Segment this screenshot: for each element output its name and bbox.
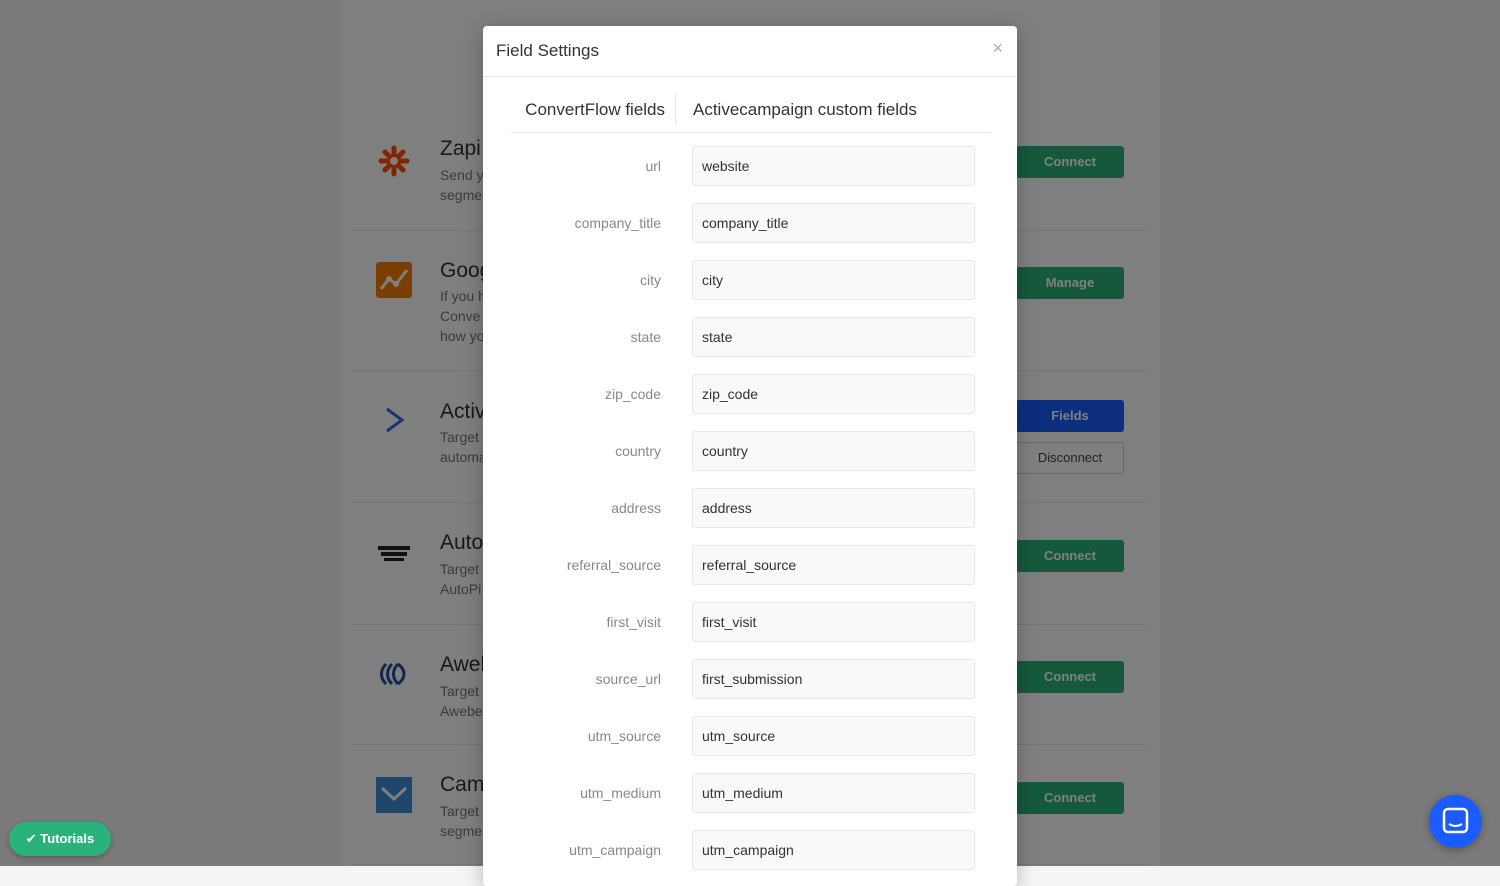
convertflow-field-label: zip_code <box>604 386 661 402</box>
activecampaign-field-input[interactable] <box>692 431 975 471</box>
field-mapping-row: utm_medium <box>483 773 1017 815</box>
activecampaign-fields-header: Activecampaign custom fields <box>693 100 917 119</box>
column-headers: ConvertFlow fields Activecampaign custom… <box>511 94 991 133</box>
close-icon[interactable]: × <box>992 38 1003 59</box>
activecampaign-field-input[interactable] <box>692 317 975 357</box>
field-mapping-row: address <box>483 488 1017 530</box>
field-mapping-row: url <box>483 146 1017 188</box>
activecampaign-field-input[interactable] <box>692 488 975 528</box>
field-mapping-row: source_url <box>483 659 1017 701</box>
field-mapping-row: referral_source <box>483 545 1017 587</box>
chat-icon <box>1442 807 1469 834</box>
convertflow-field-label: first_visit <box>606 614 661 630</box>
convertflow-field-label: referral_source <box>566 557 661 573</box>
field-mapping-row: company_title <box>483 203 1017 245</box>
activecampaign-field-input[interactable] <box>692 659 975 699</box>
field-settings-modal: Field Settings × ConvertFlow fields Acti… <box>483 26 1017 886</box>
field-mapping-row: zip_code <box>483 374 1017 416</box>
tutorials-label: Tutorials <box>40 831 95 846</box>
tutorials-button[interactable]: ✔ Tutorials <box>9 822 111 856</box>
modal-header: Field Settings × <box>483 26 1017 77</box>
convertflow-field-label: country <box>615 443 661 459</box>
convertflow-field-label: utm_campaign <box>569 842 661 858</box>
activecampaign-field-input[interactable] <box>692 830 975 870</box>
field-mapping-row: city <box>483 260 1017 302</box>
convertflow-field-label: utm_source <box>587 728 661 744</box>
activecampaign-field-input[interactable] <box>692 374 975 414</box>
activecampaign-field-input[interactable] <box>692 602 975 642</box>
field-mapping-row: utm_source <box>483 716 1017 758</box>
chat-launcher-button[interactable] <box>1429 795 1482 848</box>
convertflow-field-label: url <box>645 158 661 174</box>
activecampaign-field-input[interactable] <box>692 773 975 813</box>
field-mapping-row: country <box>483 431 1017 473</box>
convertflow-field-label: utm_medium <box>580 785 661 801</box>
activecampaign-field-input[interactable] <box>692 545 975 585</box>
activecampaign-field-input[interactable] <box>692 146 975 186</box>
activecampaign-field-input[interactable] <box>692 203 975 243</box>
field-mapping-row: first_visit <box>483 602 1017 644</box>
check-icon: ✔ <box>25 831 37 846</box>
modal-title: Field Settings <box>496 41 599 60</box>
activecampaign-field-input[interactable] <box>692 716 975 756</box>
convertflow-field-label: company_title <box>574 215 661 231</box>
convertflow-field-label: state <box>630 329 661 345</box>
convertflow-field-label: city <box>640 272 661 288</box>
header-label: ConvertFlow fields <box>525 100 665 119</box>
field-mapping-row: state <box>483 317 1017 359</box>
convertflow-field-label: source_url <box>595 671 661 687</box>
convertflow-fields-header: ConvertFlow fields <box>511 94 676 124</box>
convertflow-field-label: address <box>611 500 661 516</box>
activecampaign-field-input[interactable] <box>692 260 975 300</box>
